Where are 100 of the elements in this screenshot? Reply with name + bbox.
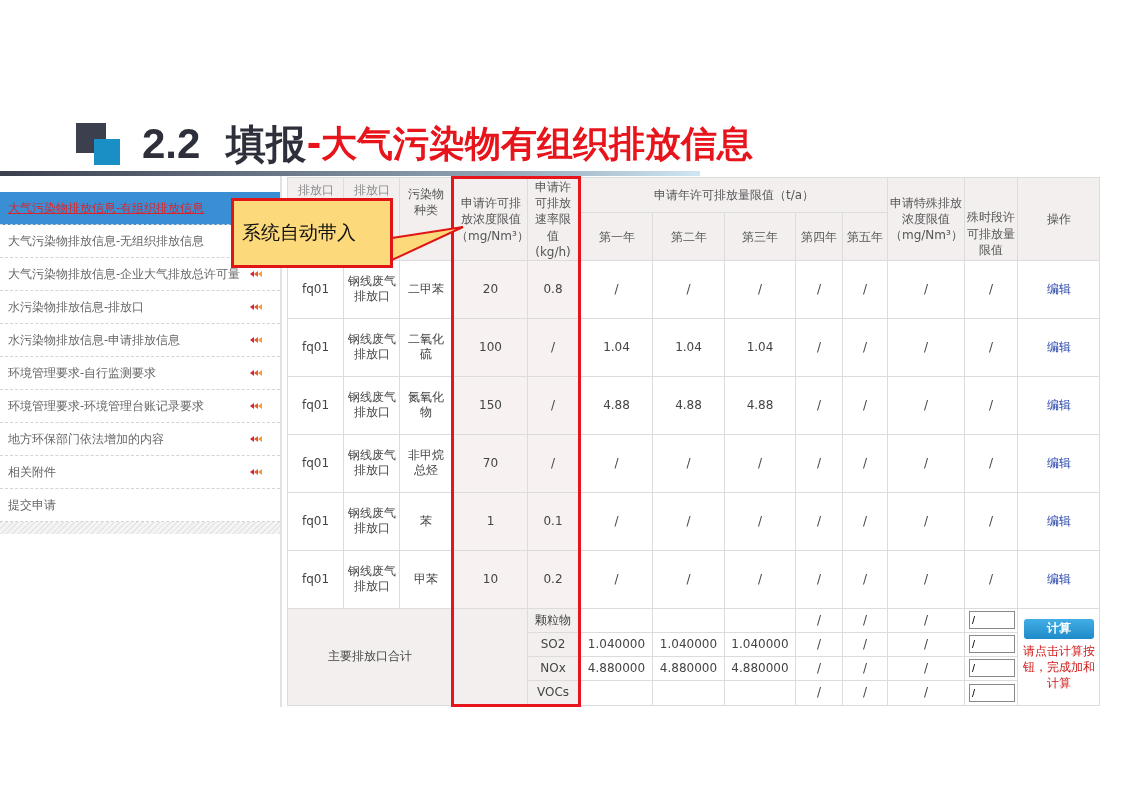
input-field[interactable]: / [969, 659, 1015, 678]
table-cell: 主要排放口合计 [287, 608, 453, 706]
sidebar-item[interactable]: 水污染物排放信息-排放口 [0, 291, 280, 324]
column-header: 第三年 [724, 212, 796, 261]
input-field[interactable]: / [969, 611, 1015, 630]
column-header: 申请许可排放速率限值(kg/h) [527, 177, 580, 261]
table-cell: fq01 [287, 550, 344, 609]
table-cell: / [842, 656, 888, 681]
table-cell: 4.880000 [652, 656, 725, 681]
table-cell: / [652, 492, 725, 551]
table-cell: 4.880000 [724, 656, 796, 681]
column-header: 第一年 [579, 212, 653, 261]
column-header: 殊时段许可排放量限值 [964, 177, 1018, 261]
table-cell: 4.88 [579, 376, 653, 435]
table-cell: 150 [452, 376, 528, 435]
table-cell: / [842, 260, 888, 319]
table-cell: 20 [452, 260, 528, 319]
table-cell: / [579, 260, 653, 319]
table-cell: 钢线废气排放口 [343, 376, 400, 435]
table-cell: 钢线废气排放口 [343, 550, 400, 609]
table-cell: / [842, 376, 888, 435]
table-cell: / [842, 632, 888, 657]
column-header: 第五年 [842, 212, 888, 261]
sidebar-item[interactable]: 相关附件 [0, 456, 280, 489]
input-field[interactable]: / [969, 683, 1015, 702]
table-cell: / [964, 434, 1018, 493]
table-cell: / [887, 608, 965, 633]
table-cell: / [795, 680, 843, 706]
table-cell: / [842, 318, 888, 377]
column-header: 第四年 [795, 212, 843, 261]
table-cell: 10 [452, 550, 528, 609]
table-cell: / [795, 632, 843, 657]
table-cell: 1 [452, 492, 528, 551]
table-cell: 1.040000 [724, 632, 796, 657]
table-cell: 钢线废气排放口 [343, 492, 400, 551]
table-cell: / [964, 492, 1018, 551]
table-cell: 钢线废气排放口 [343, 318, 400, 377]
table-cell: / [652, 550, 725, 609]
table-cell: / [795, 608, 843, 633]
table-cell: 0.2 [527, 550, 580, 609]
table-cell: 1.04 [724, 318, 796, 377]
table-cell: / [795, 492, 843, 551]
table-cell: / [887, 318, 965, 377]
sidebar-item[interactable]: 地方环保部门依法增加的内容 [0, 423, 280, 456]
input-field[interactable]: / [969, 635, 1015, 654]
table-cell: 1.04 [579, 318, 653, 377]
edit-link[interactable]: 编辑 [1046, 339, 1071, 354]
table-cell: 4.880000 [579, 656, 653, 681]
table-cell: / [887, 260, 965, 319]
table-cell: 0.1 [527, 492, 580, 551]
column-header: 第二年 [652, 212, 725, 261]
table-cell: / [842, 550, 888, 609]
table-cell: / [795, 434, 843, 493]
table-cell: 100 [452, 318, 528, 377]
table-cell: / [887, 680, 965, 706]
table-cell: fq01 [287, 492, 344, 551]
calculate-hint: 请点击计算按钮，完成加和计算 [1021, 642, 1096, 692]
table-cell: / [652, 260, 725, 319]
table-cell: 1.040000 [579, 632, 653, 657]
table-cell: / [887, 656, 965, 681]
table-cell: / [795, 656, 843, 681]
table-cell: fq01 [287, 376, 344, 435]
column-header: 申请特殊排放浓度限值（mg/Nm³） [887, 177, 965, 261]
table-cell: / [842, 608, 888, 633]
sidebar-item[interactable]: 环境管理要求-自行监测要求 [0, 357, 280, 390]
table-cell: / [579, 550, 653, 609]
table-cell: / [795, 376, 843, 435]
column-header: 申请年许可排放量限值（t/a） [579, 177, 888, 213]
edit-link[interactable]: 编辑 [1046, 513, 1071, 528]
table-cell: 1.040000 [652, 632, 725, 657]
table-cell: / [964, 550, 1018, 609]
table-cell: / [579, 434, 653, 493]
table-cell: 0.8 [527, 260, 580, 319]
section-number: 2.2 [142, 120, 201, 168]
table-cell: / [527, 376, 580, 435]
table-cell: / [527, 318, 580, 377]
table-cell: 4.88 [652, 376, 725, 435]
squares-icon [76, 123, 122, 165]
table-cell: 钢线废气排放口 [343, 434, 400, 493]
table-cell: 70 [452, 434, 528, 493]
section-title: 填报 [226, 119, 307, 169]
table-cell: / [724, 492, 796, 551]
edit-link[interactable]: 编辑 [1046, 397, 1071, 412]
edit-link[interactable]: 编辑 [1046, 455, 1071, 470]
sidebar-item[interactable]: 水污染物排放信息-申请排放信息 [0, 324, 280, 357]
table-cell: / [964, 376, 1018, 435]
table-cell: / [887, 632, 965, 657]
table-cell: / [842, 492, 888, 551]
table-cell: / [795, 260, 843, 319]
column-header: 申请许可排放浓度限值（mg/Nm³） [452, 177, 528, 261]
table-cell: / [795, 318, 843, 377]
table-cell: / [724, 434, 796, 493]
edit-link[interactable]: 编辑 [1046, 571, 1071, 586]
table-cell: / [964, 260, 1018, 319]
sidebar-item[interactable]: 环境管理要求-环境管理台账记录要求 [0, 390, 280, 423]
table-cell: / [964, 318, 1018, 377]
table-cell: / [887, 434, 965, 493]
table-cell: 1.04 [652, 318, 725, 377]
table-cell: / [795, 550, 843, 609]
edit-link[interactable]: 编辑 [1046, 281, 1071, 296]
